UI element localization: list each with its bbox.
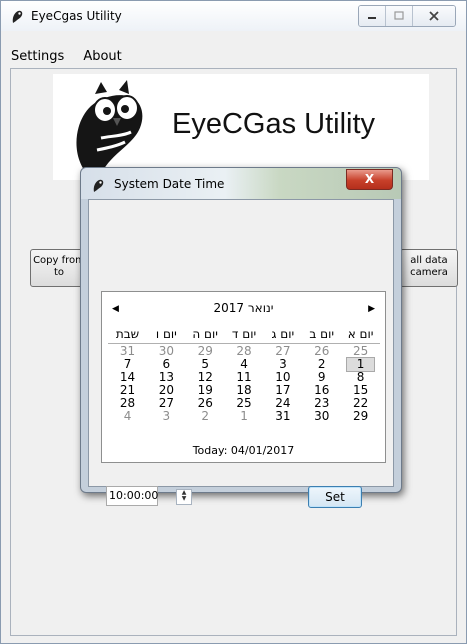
- day-of-week-label: יום ה: [192, 327, 218, 341]
- calendar-day[interactable]: 30: [302, 410, 341, 423]
- calendar-day[interactable]: 29: [341, 410, 380, 423]
- dialog-title-bar[interactable]: System Date Time X: [81, 168, 401, 199]
- calendar-day[interactable]: 31: [263, 410, 302, 423]
- maximize-button[interactable]: [386, 6, 413, 26]
- time-spinner[interactable]: ▲ ▼: [176, 489, 192, 505]
- close-button[interactable]: [413, 6, 455, 26]
- dialog-title: System Date Time: [114, 177, 225, 191]
- bird-logo-icon: [12, 10, 23, 23]
- calendar-day[interactable]: 3: [147, 410, 186, 423]
- menu-bar: Settings About: [1, 47, 131, 69]
- calendar-day[interactable]: 2: [186, 410, 225, 423]
- day-of-week-label: יום א: [347, 327, 374, 341]
- month-calendar: ◀ ינואר 2017 ▶ יום א יום ב יום ג יום ד יום ה…: [101, 291, 386, 463]
- logo-banner: EyeCGas Utility: [53, 74, 429, 180]
- window-title: EyeCgas Utility: [31, 9, 122, 23]
- menu-about[interactable]: About: [73, 47, 130, 69]
- dialog-body: ◀ ינואר 2017 ▶ יום א יום ב יום ג יום ד יום ה…: [88, 199, 394, 508]
- calendar-month-label[interactable]: ינואר 2017: [102, 301, 385, 315]
- time-input[interactable]: 10:00:00: [106, 486, 158, 506]
- day-of-week-label: יום ג: [271, 327, 295, 341]
- right-arrow-icon[interactable]: ▶: [368, 304, 375, 314]
- set-button[interactable]: Set: [308, 486, 362, 508]
- maximize-icon: [394, 11, 404, 20]
- calendar-day[interactable]: 1: [225, 410, 264, 423]
- system-date-time-dialog: System Date Time X ◀ ינואר 2017 ▶ יום אי…: [80, 167, 402, 508]
- minimize-icon: [368, 17, 376, 19]
- menu-settings[interactable]: Settings: [1, 47, 73, 69]
- day-of-week-label: שבת: [115, 327, 140, 341]
- bird-logo-icon: [93, 179, 104, 192]
- dialog-close-button[interactable]: X: [346, 169, 393, 190]
- day-of-week-label: יום ב: [309, 327, 335, 341]
- owl-logo: [76, 80, 143, 176]
- day-of-week-header: יום א יום ב יום ג יום ד יום ה יום ו שבת: [108, 326, 380, 344]
- day-of-week-label: יום ו: [155, 327, 177, 341]
- today-label[interactable]: Today: 04/01/2017: [102, 444, 385, 457]
- logo-text: EyeCGas Utility: [172, 108, 376, 140]
- day-of-week-label: יום ד: [231, 327, 257, 341]
- all-data-button[interactable]: all data camera: [400, 249, 458, 287]
- window-controls: [358, 5, 456, 27]
- calendar-week-row: 29 30 31 1 2 3 4: [108, 410, 380, 423]
- close-icon: [429, 11, 439, 21]
- minimize-button[interactable]: [359, 6, 386, 26]
- calendar-day[interactable]: 4: [108, 410, 147, 423]
- calendar-grid: 25 26 27 28 29 30 31 1 2 3 4 5 6 7 8 9 10 11 12 13 14 15 16 17 1…: [108, 345, 380, 423]
- title-bar[interactable]: EyeCgas Utility: [1, 1, 466, 31]
